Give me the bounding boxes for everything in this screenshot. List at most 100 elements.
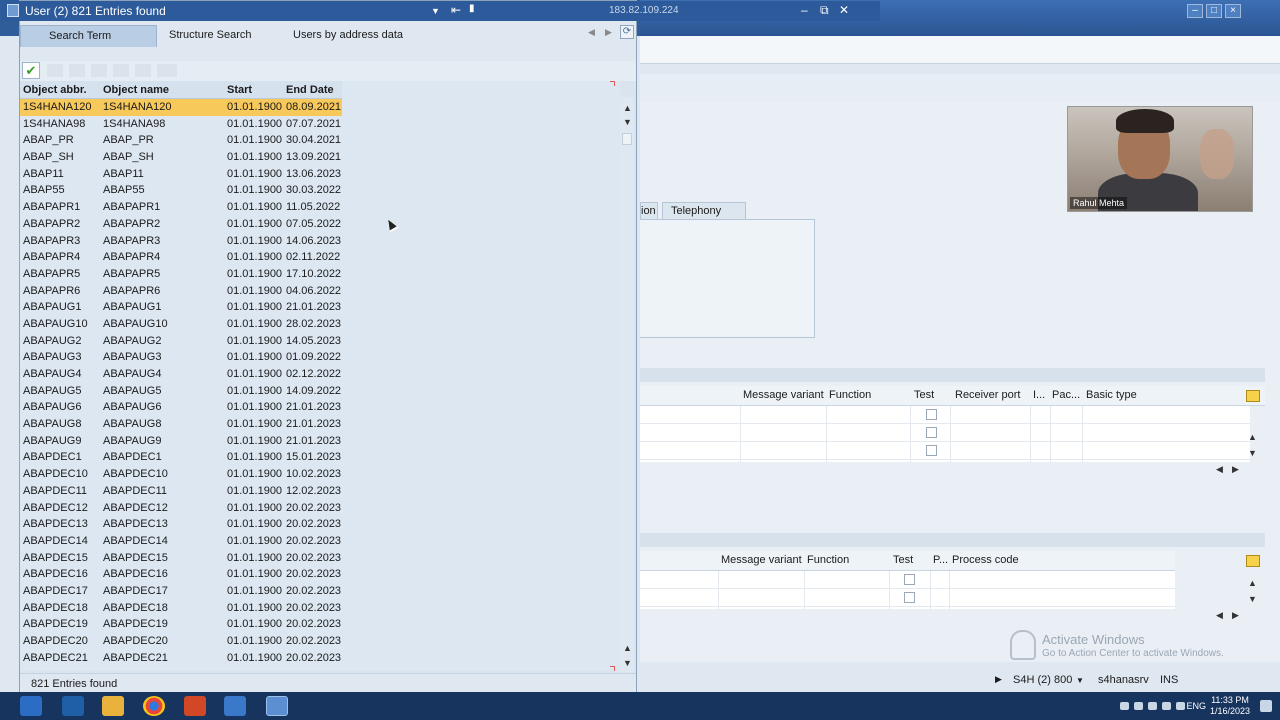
tray-network-icon[interactable] bbox=[1148, 702, 1157, 710]
column-p[interactable]: P... bbox=[933, 554, 948, 566]
table-row[interactable]: ABAPAPR1 ABAPAPR1 01.01.1900 11.05.2022 bbox=[20, 199, 342, 216]
restore-icon[interactable]: ⧉ bbox=[820, 3, 829, 18]
column-process-code[interactable]: Process code bbox=[952, 554, 1019, 566]
toolbar-button[interactable] bbox=[91, 64, 107, 77]
toolbar-button[interactable] bbox=[157, 64, 177, 77]
table-row[interactable] bbox=[640, 406, 1250, 424]
refresh-icon[interactable]: ⟳ bbox=[620, 25, 634, 39]
table-row[interactable]: ABAP55 ABAP55 01.01.1900 30.03.2022 bbox=[20, 182, 342, 199]
table-row[interactable]: ABAPDEC21 ABAPDEC21 01.01.1900 20.02.2023 bbox=[20, 650, 342, 667]
windows-start-icon[interactable] bbox=[20, 696, 42, 716]
tab-scroll-right-icon[interactable]: ▶ bbox=[605, 27, 612, 38]
column-object-name[interactable]: Object name bbox=[103, 84, 169, 96]
table-row[interactable]: ABAP11 ABAP11 01.01.1900 13.06.2023 bbox=[20, 166, 342, 183]
column-pac[interactable]: Pac... bbox=[1052, 389, 1080, 401]
table-row[interactable]: ABAPAUG5 ABAPAUG5 01.01.1900 14.09.2022 bbox=[20, 383, 342, 400]
table-row[interactable]: ABAPAUG9 ABAPAUG9 01.01.1900 21.01.2023 bbox=[20, 433, 342, 450]
toolbar-button[interactable] bbox=[47, 64, 63, 77]
table-settings-icon[interactable] bbox=[1246, 555, 1260, 567]
toolbar-button[interactable] bbox=[69, 64, 85, 77]
table-row[interactable]: ABAPAPR3 ABAPAPR3 01.01.1900 14.06.2023 bbox=[20, 233, 342, 250]
sap-gui-icon[interactable] bbox=[266, 696, 288, 716]
pin-icon[interactable]: ⇤ bbox=[451, 3, 461, 17]
table-row[interactable]: ABAPAUG8 ABAPAUG8 01.01.1900 21.01.2023 bbox=[20, 416, 342, 433]
table-row[interactable]: ABAPDEC20 ABAPDEC20 01.01.1900 20.02.2023 bbox=[20, 633, 342, 650]
table-row[interactable]: ABAPAUG1 ABAPAUG1 01.01.1900 21.01.2023 bbox=[20, 299, 342, 316]
column-i[interactable]: I... bbox=[1033, 389, 1045, 401]
table-row[interactable]: ABAPDEC19 ABAPDEC19 01.01.1900 20.02.2023 bbox=[20, 616, 342, 633]
scroll-down-icon[interactable]: ▼ bbox=[623, 117, 632, 127]
column-function[interactable]: Function bbox=[807, 554, 849, 566]
table-row[interactable]: ABAPDEC16 ABAPDEC16 01.01.1900 20.02.2023 bbox=[20, 566, 342, 583]
scroll-down-icon[interactable]: ▼ bbox=[1248, 594, 1257, 604]
table-row[interactable]: ABAPDEC12 ABAPDEC12 01.01.1900 20.02.2023 bbox=[20, 500, 342, 517]
table-row[interactable]: ABAPAPR5 ABAPAPR5 01.01.1900 17.10.2022 bbox=[20, 266, 342, 283]
table-row[interactable]: ABAPAPR2 ABAPAPR2 01.01.1900 07.05.2022 bbox=[20, 216, 342, 233]
scroll-left-icon[interactable]: ◀ bbox=[1216, 610, 1223, 621]
scroll-right-icon[interactable]: ▶ bbox=[1232, 464, 1239, 475]
table-row[interactable]: ABAPAUG6 ABAPAUG6 01.01.1900 21.01.2023 bbox=[20, 399, 342, 416]
table-row[interactable]: ABAPDEC1 ABAPDEC1 01.01.1900 15.01.2023 bbox=[20, 449, 342, 466]
column-object-abbr[interactable]: Object abbr. bbox=[23, 84, 87, 96]
scroll-right-icon[interactable]: ▶ bbox=[1232, 610, 1239, 621]
column-test[interactable]: Test bbox=[893, 554, 913, 566]
tab-structure-search[interactable]: Structure Search bbox=[157, 25, 281, 47]
status-session[interactable]: S4H (2) 800 bbox=[1013, 674, 1072, 686]
scroll-down-icon[interactable]: ▼ bbox=[623, 658, 632, 668]
table-row[interactable]: ABAPAPR6 ABAPAPR6 01.01.1900 04.06.2022 bbox=[20, 283, 342, 300]
minimize-icon[interactable]: – bbox=[1187, 4, 1203, 18]
close-icon[interactable]: × bbox=[1225, 4, 1241, 18]
column-function[interactable]: Function bbox=[829, 389, 871, 401]
scroll-up-icon[interactable]: ▲ bbox=[623, 643, 632, 653]
test-checkbox[interactable] bbox=[904, 592, 915, 603]
close-icon[interactable]: ✕ bbox=[839, 3, 849, 17]
tab-scroll-left-icon[interactable]: ◀ bbox=[588, 27, 595, 38]
table-row[interactable]: ABAPAPR4 ABAPAPR4 01.01.1900 02.11.2022 bbox=[20, 249, 342, 266]
clock[interactable]: 11:33 PM 1/16/2023 bbox=[1210, 695, 1250, 717]
column-end-date[interactable]: End Date bbox=[286, 84, 334, 96]
chrome-icon[interactable] bbox=[143, 696, 165, 716]
table-row[interactable]: ABAPDEC14 ABAPDEC14 01.01.1900 20.02.2023 bbox=[20, 533, 342, 550]
tray-chevron-icon[interactable] bbox=[1120, 702, 1129, 710]
checkmark-icon[interactable]: ✔ bbox=[22, 62, 40, 79]
language-indicator[interactable]: ENG bbox=[1186, 701, 1206, 711]
test-checkbox[interactable] bbox=[926, 409, 937, 420]
scroll-down-icon[interactable]: ▼ bbox=[1248, 448, 1257, 458]
table-row[interactable]: 1S4HANA98 1S4HANA98 01.01.1900 07.07.2021 bbox=[20, 116, 342, 133]
scroll-up-icon[interactable]: ▲ bbox=[1248, 578, 1257, 588]
tab-users-by-address-data[interactable]: Users by address data bbox=[281, 25, 416, 47]
powershell-icon[interactable] bbox=[62, 696, 84, 716]
table-row[interactable]: ABAPAUG2 ABAPAUG2 01.01.1900 14.05.2023 bbox=[20, 333, 342, 350]
table-row[interactable] bbox=[640, 589, 1175, 607]
column-receiver-port[interactable]: Receiver port bbox=[955, 389, 1020, 401]
tray-volume-icon[interactable] bbox=[1162, 702, 1171, 710]
toolbar-button[interactable] bbox=[135, 64, 151, 77]
result-vertical-scrollbar[interactable]: ▲ ▼ ▲ ▼ bbox=[620, 97, 634, 672]
table-row[interactable]: ABAPDEC10 ABAPDEC10 01.01.1900 10.02.2023 bbox=[20, 466, 342, 483]
scroll-up-icon[interactable]: ▲ bbox=[1248, 432, 1257, 442]
table-row[interactable] bbox=[640, 442, 1250, 460]
maximize-icon[interactable]: □ bbox=[1206, 4, 1222, 18]
column-message-variant[interactable]: Message variant bbox=[743, 389, 824, 401]
column-message-variant[interactable]: Message variant bbox=[721, 554, 802, 566]
tab-telephony[interactable]: Telephony bbox=[662, 202, 746, 220]
tab-search-term[interactable]: Search Term bbox=[20, 25, 157, 47]
table-row[interactable]: ABAP_PR ABAP_PR 01.01.1900 30.04.2021 bbox=[20, 132, 342, 149]
scrollbar-thumb[interactable] bbox=[622, 133, 632, 145]
powerpoint-icon[interactable] bbox=[184, 696, 206, 716]
tab-communication[interactable]: ion bbox=[640, 202, 658, 220]
scroll-left-icon[interactable]: ◀ bbox=[1216, 464, 1223, 475]
table-row[interactable]: ABAPDEC15 ABAPDEC15 01.01.1900 20.02.2023 bbox=[20, 550, 342, 567]
tray-printer-icon[interactable] bbox=[1134, 702, 1143, 710]
chevron-down-icon[interactable]: ▼ bbox=[431, 6, 440, 16]
toolbar-button[interactable] bbox=[113, 64, 129, 77]
column-test[interactable]: Test bbox=[914, 389, 934, 401]
table-row[interactable]: ABAPDEC11 ABAPDEC11 01.01.1900 12.02.2023 bbox=[20, 483, 342, 500]
test-checkbox[interactable] bbox=[926, 427, 937, 438]
table-row[interactable] bbox=[640, 424, 1250, 442]
minimize-icon[interactable]: – bbox=[801, 3, 808, 17]
column-basic-type[interactable]: Basic type bbox=[1086, 389, 1137, 401]
table-row[interactable]: ABAPAUG4 ABAPAUG4 01.01.1900 02.12.2022 bbox=[20, 366, 342, 383]
sap-logon-icon[interactable] bbox=[224, 696, 246, 716]
table-row[interactable]: ABAPAUG10 ABAPAUG10 01.01.1900 28.02.2023 bbox=[20, 316, 342, 333]
